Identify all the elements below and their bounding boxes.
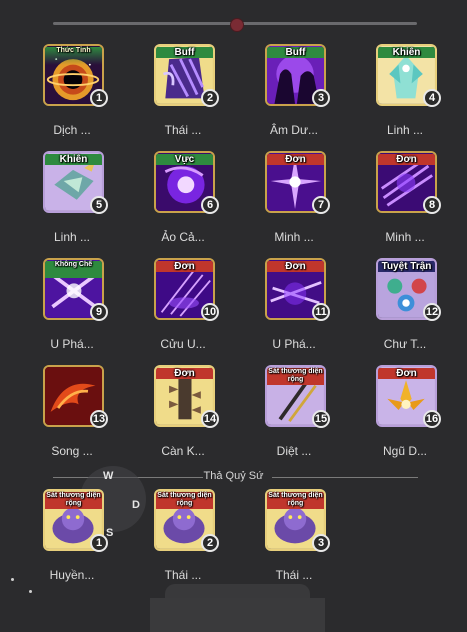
level-badge: 8 bbox=[423, 196, 441, 214]
summon-skill-card[interactable]: Sát thương diện rộng 1 Huyền... bbox=[27, 489, 117, 595]
skill-tag: Đơn bbox=[378, 368, 435, 379]
skill-tag: Buff bbox=[267, 47, 324, 58]
skill-card[interactable]: 13 Song ... bbox=[27, 365, 117, 471]
skill-tag: Buff bbox=[156, 47, 213, 58]
level-badge: 15 bbox=[312, 410, 330, 428]
skill-card[interactable]: Tuyệt Trận 12 Chư T... bbox=[360, 258, 450, 364]
skill-card[interactable]: Đơn 8 Minh ... bbox=[360, 151, 450, 257]
skill-card[interactable]: Khiên 5 Linh ... bbox=[27, 151, 117, 257]
skill-name: Cửu U... bbox=[160, 337, 206, 351]
skill-name: U Phá... bbox=[50, 337, 94, 351]
skill-tag: Đơn bbox=[156, 368, 213, 379]
level-badge: 7 bbox=[312, 196, 330, 214]
level-badge: 3 bbox=[312, 534, 330, 552]
skill-name: Linh ... bbox=[386, 123, 424, 137]
skill-tag: Sát thương diện rộng bbox=[156, 492, 213, 509]
skill-name: Diệt ... bbox=[276, 444, 312, 458]
skill-tag: Đơn bbox=[378, 154, 435, 165]
skill-name: Chư T... bbox=[383, 337, 427, 351]
skill-card[interactable]: Vực 6 Ảo Cả... bbox=[138, 151, 228, 257]
level-badge: 12 bbox=[423, 303, 441, 321]
section-title: Thả Quỷ Sứ bbox=[203, 470, 264, 482]
skill-name: Ảo Cả... bbox=[161, 230, 205, 244]
level-badge: 9 bbox=[90, 303, 108, 321]
skill-tag: Đơn bbox=[156, 261, 213, 272]
skill-name: Thái ... bbox=[164, 568, 202, 582]
level-badge: 5 bbox=[90, 196, 108, 214]
skill-card[interactable]: Thức Tỉnh 1 Dịch ... bbox=[27, 44, 117, 150]
level-badge: 3 bbox=[312, 89, 330, 107]
skill-card[interactable]: Buff 2 Thái ... bbox=[138, 44, 228, 150]
skill-card[interactable]: Khiên 4 Linh ... bbox=[360, 44, 450, 150]
skill-name: Ngũ D... bbox=[382, 444, 427, 458]
skill-name: U Phá... bbox=[272, 337, 316, 351]
level-badge: 2 bbox=[201, 89, 219, 107]
skill-tag: Đơn bbox=[267, 154, 324, 165]
level-badge: 16 bbox=[423, 410, 441, 428]
level-badge: 1 bbox=[90, 89, 108, 107]
skill-tag: Khiên bbox=[378, 47, 435, 58]
skill-tag: Không Chế bbox=[45, 261, 102, 278]
skill-tag: Thức Tỉnh bbox=[45, 47, 102, 65]
summon-skill-card[interactable]: Sát thương diện rộng 2 Thái ... bbox=[138, 489, 228, 595]
bottom-tray bbox=[150, 598, 325, 632]
skill-card[interactable]: Buff 3 Âm Dư... bbox=[249, 44, 339, 150]
skill-name: Âm Dư... bbox=[269, 123, 319, 137]
skill-name: Càn K... bbox=[161, 444, 205, 458]
skill-tag: Sát thương diện rộng bbox=[267, 492, 324, 509]
skill-name: Thái ... bbox=[164, 123, 202, 137]
skill-name: Linh ... bbox=[53, 230, 91, 244]
level-badge: 11 bbox=[312, 303, 330, 321]
skill-tag: Tuyệt Trận bbox=[378, 261, 435, 272]
skill-name: Minh ... bbox=[385, 230, 425, 244]
level-badge: 4 bbox=[423, 89, 441, 107]
skill-name: Huyền... bbox=[49, 568, 95, 582]
skill-name: Minh ... bbox=[274, 230, 314, 244]
skill-card[interactable]: Đơn 16 Ngũ D... bbox=[360, 365, 450, 471]
skill-card[interactable]: Đơn 10 Cửu U... bbox=[138, 258, 228, 364]
level-badge: 2 bbox=[201, 534, 219, 552]
level-badge: 13 bbox=[90, 410, 108, 428]
skill-tag: Đơn bbox=[267, 261, 324, 272]
skill-tag: Sát thương diện rộng bbox=[267, 368, 324, 385]
decor-dot bbox=[29, 590, 32, 593]
skill-card[interactable]: Đơn 11 U Phá... bbox=[249, 258, 339, 364]
skill-tag: Sát thương diện rộng bbox=[45, 492, 102, 509]
skill-tag: Vực bbox=[156, 154, 213, 165]
skill-card[interactable]: Đơn 7 Minh ... bbox=[249, 151, 339, 257]
level-badge: 14 bbox=[201, 410, 219, 428]
level-badge: 1 bbox=[90, 534, 108, 552]
skill-tag: Khiên bbox=[45, 154, 102, 165]
skill-card[interactable]: Sát thương diện rộng 15 Diệt ... bbox=[249, 365, 339, 471]
skill-name: Dịch ... bbox=[53, 123, 91, 137]
skill-card[interactable]: Đơn 14 Càn K... bbox=[138, 365, 228, 471]
skill-card[interactable]: Không Chế 9 U Phá... bbox=[27, 258, 117, 364]
skill-name: Song ... bbox=[51, 444, 93, 458]
level-badge: 6 bbox=[201, 196, 219, 214]
section-divider-right bbox=[272, 477, 418, 478]
joystick-key-w: W bbox=[103, 470, 114, 482]
decor-dot bbox=[11, 578, 14, 581]
skill-name: Thái ... bbox=[275, 568, 313, 582]
level-badge: 10 bbox=[201, 303, 219, 321]
summon-skill-card[interactable]: Sát thương diện rộng 3 Thái ... bbox=[249, 489, 339, 595]
